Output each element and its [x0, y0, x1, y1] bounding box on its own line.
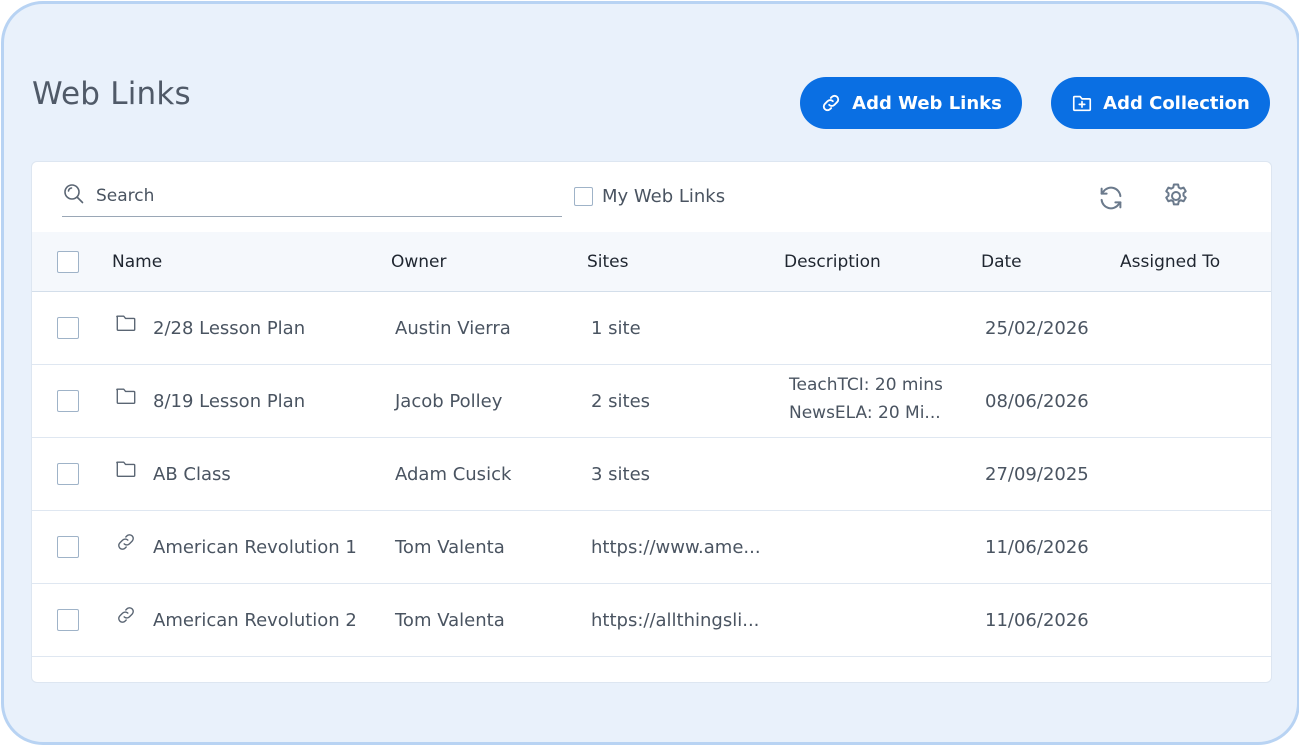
column-header-date[interactable]: Date — [981, 232, 1022, 291]
row-sites: 1 site — [591, 317, 641, 339]
row-description: TeachTCI: 20 mins NewsELA: 20 Mi... — [789, 371, 943, 427]
select-all[interactable] — [57, 232, 79, 291]
row-date: 11/06/2026 — [985, 609, 1089, 631]
row-owner: Adam Cusick — [395, 463, 512, 485]
row-date: 27/09/2025 — [985, 463, 1089, 485]
column-header-sites[interactable]: Sites — [587, 232, 629, 291]
my-web-links-checkbox[interactable] — [574, 187, 593, 206]
folder-icon — [115, 458, 137, 484]
folder-icon — [115, 385, 137, 411]
my-web-links-label: My Web Links — [602, 186, 726, 207]
search-box — [62, 176, 562, 217]
row-name[interactable]: 8/19 Lesson Plan — [153, 365, 305, 437]
table-toolbar: My Web Links — [32, 162, 1271, 232]
row-checkbox[interactable] — [57, 536, 79, 558]
row-sites[interactable]: https://www.ame... — [591, 511, 761, 583]
table-row[interactable]: American Revolution 2 Tom Valenta https:… — [32, 584, 1271, 657]
table-row[interactable]: 2/28 Lesson Plan Austin Vierra 1 site 25… — [32, 292, 1271, 365]
row-select[interactable] — [57, 511, 79, 583]
row-name[interactable]: AB Class — [153, 438, 231, 510]
row-owner: Tom Valenta — [395, 609, 505, 631]
row-date: 08/06/2026 — [985, 390, 1089, 412]
column-header-assigned-to[interactable]: Assigned To — [1120, 232, 1220, 291]
row-sites: 3 sites — [591, 463, 651, 485]
row-checkbox[interactable] — [57, 609, 79, 631]
table-row[interactable]: AB Class Adam Cusick 3 sites 27/09/2025 — [32, 438, 1271, 511]
search-icon — [62, 182, 86, 210]
folder-icon — [115, 312, 137, 338]
row-checkbox[interactable] — [57, 390, 79, 412]
refresh-icon[interactable] — [1096, 183, 1126, 217]
table-header: Name Owner Sites Description Date Assign… — [32, 232, 1271, 292]
row-name[interactable]: 2/28 Lesson Plan — [153, 292, 305, 364]
row-date: 25/02/2026 — [985, 317, 1089, 339]
row-checkbox[interactable] — [57, 317, 79, 339]
row-sites: 2 sites — [591, 390, 651, 412]
row-owner: Austin Vierra — [395, 317, 511, 339]
row-name[interactable]: American Revolution 2 — [153, 584, 357, 656]
row-checkbox[interactable] — [57, 463, 79, 485]
add-web-links-button[interactable]: Add Web Links — [800, 77, 1022, 129]
my-web-links-filter[interactable]: My Web Links — [574, 186, 725, 207]
table-row[interactable]: American Revolution 1 Tom Valenta https:… — [32, 511, 1271, 584]
row-select[interactable] — [57, 292, 79, 364]
row-owner: Tom Valenta — [395, 536, 505, 558]
add-web-links-label: Add Web Links — [852, 92, 1002, 114]
add-collection-button[interactable]: Add Collection — [1051, 77, 1270, 129]
description-line: NewsELA: 20 Mi... — [789, 403, 941, 423]
link-icon — [115, 604, 137, 630]
row-select[interactable] — [57, 584, 79, 656]
web-links-panel: My Web Links Name — [31, 161, 1272, 683]
row-sites[interactable]: https://allthingsli... — [591, 584, 759, 656]
gear-icon[interactable] — [1161, 181, 1191, 215]
link-icon — [820, 92, 842, 114]
select-all-checkbox[interactable] — [57, 250, 79, 273]
row-name[interactable]: American Revolution 1 — [153, 511, 357, 583]
table-row[interactable]: 8/19 Lesson Plan Jacob Polley 2 sites Te… — [32, 365, 1271, 438]
row-owner: Jacob Polley — [395, 390, 503, 412]
column-header-owner[interactable]: Owner — [391, 232, 447, 291]
row-date: 11/06/2026 — [985, 536, 1089, 558]
folder-plus-icon — [1071, 92, 1093, 114]
description-line: TeachTCI: 20 mins — [789, 375, 943, 395]
search-input[interactable] — [94, 176, 538, 216]
add-collection-label: Add Collection — [1103, 92, 1250, 114]
row-select[interactable] — [57, 438, 79, 510]
app-window: Web Links Add Web Links Add Collection S… — [1, 1, 1299, 745]
column-header-name[interactable]: Name — [112, 232, 162, 291]
link-icon — [115, 531, 137, 557]
column-header-description[interactable]: Description — [784, 232, 881, 291]
row-select[interactable] — [57, 365, 79, 437]
page-title: Web Links — [32, 76, 191, 112]
